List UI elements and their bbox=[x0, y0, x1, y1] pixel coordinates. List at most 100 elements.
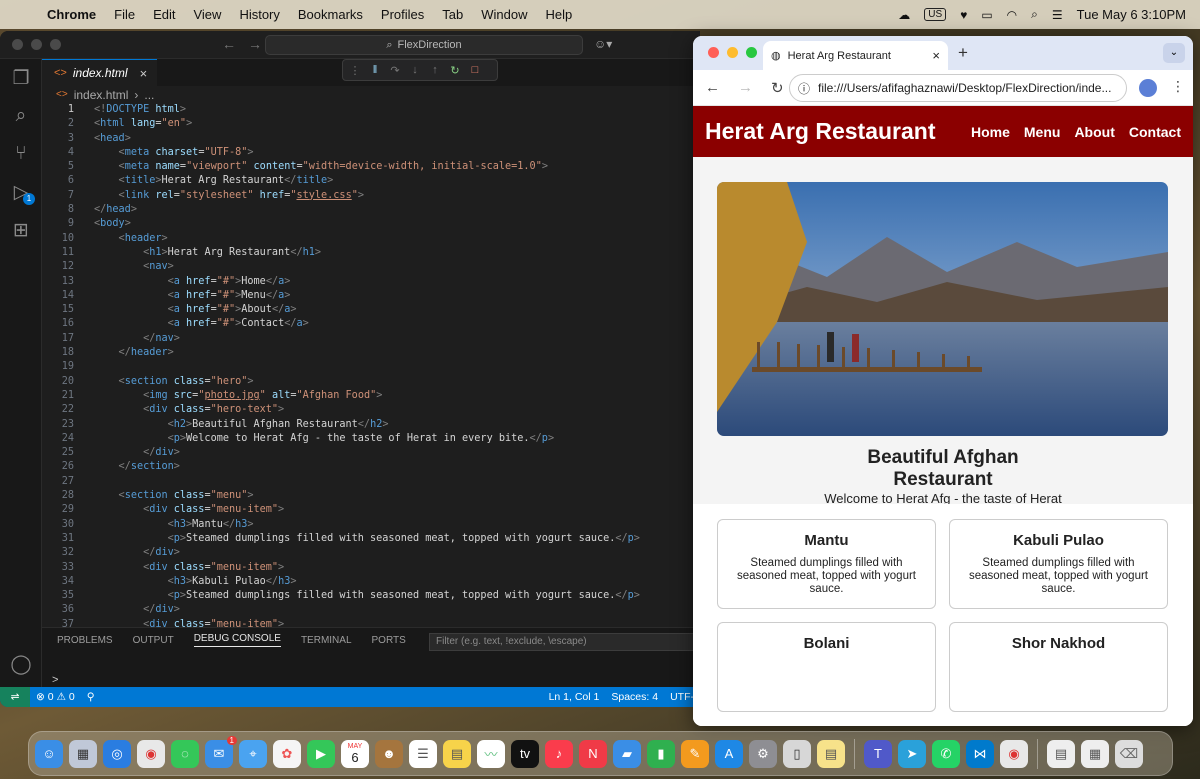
close-tab-icon[interactable]: × bbox=[140, 66, 148, 81]
code-line[interactable]: 23 <h2>Beautiful Afghan Restaurant</h2> bbox=[42, 418, 700, 432]
code-line[interactable]: 16 <a href="#">Contact</a> bbox=[42, 317, 700, 331]
pages-icon[interactable]: ✎ bbox=[681, 739, 709, 768]
account-icon[interactable]: ◯ bbox=[0, 645, 42, 683]
minimize-window-button[interactable] bbox=[31, 39, 42, 50]
tab-index-html[interactable]: <> index.html × bbox=[42, 59, 158, 86]
code-line[interactable]: 7 <link rel="stylesheet" href="style.css… bbox=[42, 189, 700, 203]
mail-icon[interactable]: ✉ 1 bbox=[205, 735, 237, 768]
heart-icon[interactable]: ♥ bbox=[960, 8, 967, 22]
code-line[interactable]: 15 <a href="#">About</a> bbox=[42, 303, 700, 317]
tv-icon[interactable]: tv bbox=[511, 739, 539, 768]
search-icon[interactable]: ⌕ bbox=[0, 97, 42, 135]
downloads-icon[interactable]: ▦ bbox=[1081, 739, 1109, 768]
tab-ports[interactable]: PORTS bbox=[372, 635, 406, 646]
notes-icon[interactable]: ▤ bbox=[443, 739, 471, 768]
menu-edit[interactable]: Edit bbox=[144, 7, 184, 22]
step-into-icon[interactable]: ↓ bbox=[409, 64, 421, 76]
explorer-icon[interactable]: ❐ bbox=[0, 59, 42, 97]
creative-cloud-icon[interactable]: ☁ bbox=[898, 8, 910, 22]
code-line[interactable]: 14 <a href="#">Menu</a> bbox=[42, 289, 700, 303]
code-line[interactable]: 34 <h3>Kabuli Pulao</h3> bbox=[42, 575, 700, 589]
cursor-position[interactable]: Ln 1, Col 1 bbox=[543, 691, 606, 703]
breadcrumb-file[interactable]: index.html bbox=[74, 88, 129, 102]
code-line[interactable]: 30 <h3>Mantu</h3> bbox=[42, 518, 700, 532]
code-line[interactable]: 25 </div> bbox=[42, 446, 700, 460]
trash-icon[interactable]: ⌫ bbox=[1115, 739, 1143, 768]
info-icon[interactable]: ⓘ bbox=[798, 80, 810, 97]
nav-about-link[interactable]: About bbox=[1074, 124, 1114, 140]
app-store-icon[interactable]: A bbox=[715, 739, 743, 768]
battery-icon[interactable]: ▭ bbox=[981, 8, 992, 22]
search-icon[interactable]: ⌕ bbox=[1031, 7, 1038, 22]
photos-icon[interactable]: ✿ bbox=[273, 739, 301, 768]
numbers-icon[interactable]: ▮ bbox=[647, 739, 675, 768]
step-over-icon[interactable]: ↷ bbox=[389, 64, 401, 77]
menu-app-name[interactable]: Chrome bbox=[38, 7, 105, 22]
iphone-mirroring-icon[interactable]: ▯ bbox=[783, 739, 811, 768]
step-out-icon[interactable]: ↑ bbox=[429, 64, 441, 76]
code-line[interactable]: 13 <a href="#">Home</a> bbox=[42, 275, 700, 289]
menu-profiles[interactable]: Profiles bbox=[372, 7, 433, 22]
tab-problems[interactable]: PROBLEMS bbox=[57, 635, 113, 646]
clock[interactable]: Tue May 6 3:10PM bbox=[1077, 7, 1186, 22]
nav-contact-link[interactable]: Contact bbox=[1129, 124, 1181, 140]
pause-icon[interactable]: ‖ bbox=[369, 64, 381, 76]
code-line[interactable]: 21 <img src="photo.jpg" alt="Afghan Food… bbox=[42, 389, 700, 403]
telegram-icon[interactable]: ➤ bbox=[898, 739, 926, 768]
chrome-app-icon[interactable]: ◉ bbox=[1000, 739, 1028, 768]
whatsapp-icon[interactable]: ✆ bbox=[932, 739, 960, 768]
reload-icon[interactable]: ↻ bbox=[771, 79, 784, 97]
forward-arrow-icon[interactable]: → bbox=[248, 36, 262, 52]
vscode-icon[interactable]: ⋈ bbox=[966, 739, 994, 768]
code-line[interactable]: 8 </head> bbox=[42, 203, 700, 217]
menu-tab[interactable]: Tab bbox=[433, 7, 472, 22]
code-line[interactable]: 18 </header> bbox=[42, 346, 700, 360]
code-line[interactable]: 5 <meta name="viewport" content="width=d… bbox=[42, 160, 700, 174]
debug-filter-input[interactable]: Filter (e.g. text, !exclude, \escape) bbox=[429, 633, 700, 651]
breadcrumb-symbol[interactable]: ... bbox=[144, 88, 154, 102]
code-editor[interactable]: 1 <!DOCTYPE html> 2 <html lang="en"> 3 <head>… bbox=[42, 103, 700, 632]
zoom-window-button[interactable] bbox=[50, 39, 61, 50]
stop-icon[interactable]: □ bbox=[469, 64, 481, 76]
code-line[interactable]: 35 <p>Steamed dumplings filled with seas… bbox=[42, 589, 700, 603]
launchpad-icon[interactable]: ▦ bbox=[69, 739, 97, 768]
maps-icon[interactable]: ⌖ bbox=[239, 739, 267, 768]
code-line[interactable]: 22 <div class="hero-text"> bbox=[42, 403, 700, 417]
debug-status-icon[interactable]: ⚲ bbox=[81, 691, 101, 703]
teams-icon[interactable]: T bbox=[864, 739, 892, 768]
code-line[interactable]: 11 <h1>Herat Arg Restaurant</h1> bbox=[42, 246, 700, 260]
source-control-icon[interactable]: ⑂ bbox=[0, 135, 42, 173]
chrome-icon[interactable]: ◉ bbox=[137, 739, 165, 768]
forward-arrow-icon[interactable]: → bbox=[738, 79, 753, 96]
code-line[interactable]: 32 </div> bbox=[42, 546, 700, 560]
menu-bookmarks[interactable]: Bookmarks bbox=[289, 7, 372, 22]
copilot-icon[interactable]: ☺▾ bbox=[594, 37, 612, 51]
menu-view[interactable]: View bbox=[184, 7, 230, 22]
close-window-button[interactable] bbox=[12, 39, 23, 50]
drag-handle-icon[interactable]: ⋮ bbox=[349, 64, 361, 77]
freeform-icon[interactable]: 〰 bbox=[477, 739, 505, 768]
browser-tab[interactable]: ◍ Herat Arg Restaurant × bbox=[763, 41, 948, 70]
menu-help[interactable]: Help bbox=[537, 7, 582, 22]
zoom-window-button[interactable] bbox=[746, 47, 757, 58]
code-line[interactable]: 17 </nav> bbox=[42, 332, 700, 346]
back-arrow-icon[interactable]: ← bbox=[222, 36, 236, 52]
nav-home-link[interactable]: Home bbox=[971, 124, 1010, 140]
nav-menu-link[interactable]: Menu bbox=[1024, 124, 1061, 140]
tab-terminal[interactable]: TERMINAL bbox=[301, 635, 352, 646]
restart-icon[interactable]: ↻ bbox=[449, 64, 461, 77]
wifi-icon[interactable]: ◠ bbox=[1007, 8, 1017, 22]
calendar-icon[interactable]: MAY 6 bbox=[341, 739, 369, 768]
profile-avatar[interactable] bbox=[1139, 79, 1157, 97]
code-line[interactable]: 33 <div class="menu-item"> bbox=[42, 561, 700, 575]
code-line[interactable]: 20 <section class="hero"> bbox=[42, 375, 700, 389]
code-line[interactable]: 6 <title>Herat Arg Restaurant</title> bbox=[42, 174, 700, 188]
news-icon[interactable]: N bbox=[579, 739, 607, 768]
reminders-icon[interactable]: ☰ bbox=[409, 739, 437, 768]
run-debug-icon[interactable]: ▷ 1 bbox=[0, 173, 42, 211]
code-line[interactable]: 10 <header> bbox=[42, 232, 700, 246]
music-icon[interactable]: ♪ bbox=[545, 739, 573, 768]
code-line[interactable]: 9 <body> bbox=[42, 217, 700, 231]
address-bar[interactable]: ⓘ file:///Users/afifaghaznawi/Desktop/Fl… bbox=[789, 74, 1127, 102]
contacts-icon[interactable]: ☻ bbox=[375, 739, 403, 768]
